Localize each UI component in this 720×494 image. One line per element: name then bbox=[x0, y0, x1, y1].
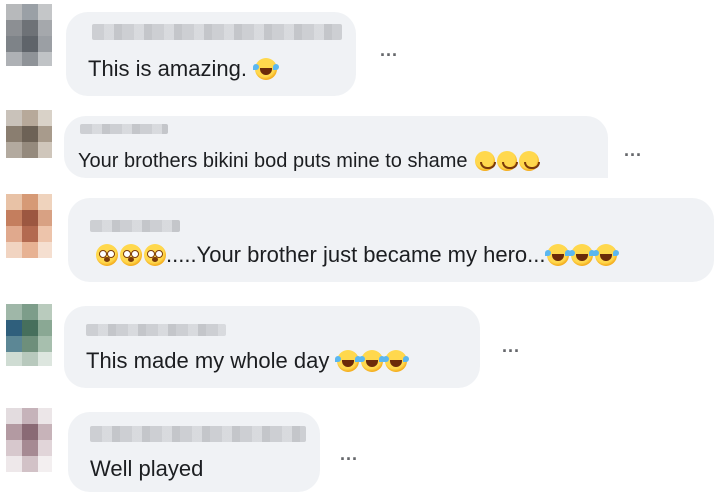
avatar[interactable] bbox=[6, 194, 52, 260]
smiling-face-icon bbox=[497, 151, 519, 171]
comment-text-content: .....Your brother just became my hero... bbox=[166, 242, 546, 267]
avatar[interactable] bbox=[6, 110, 52, 160]
face-with-tears-of-joy-icon bbox=[359, 350, 386, 372]
comment-item: Your brothers bikini bod puts mine to sh… bbox=[0, 100, 720, 182]
comment-text-content: This made my whole day bbox=[86, 348, 330, 373]
more-options-icon[interactable]: ... bbox=[502, 336, 520, 357]
commenter-name[interactable] bbox=[90, 220, 180, 232]
face-with-tears-of-joy-icon bbox=[253, 58, 280, 80]
comment-item: Well played ... bbox=[0, 400, 720, 494]
flushed-face-icon bbox=[144, 244, 166, 266]
commenter-name[interactable] bbox=[80, 124, 168, 134]
smiling-face-icon bbox=[475, 151, 497, 171]
face-with-tears-of-joy-icon bbox=[335, 350, 362, 372]
comment-text: Well played bbox=[90, 456, 203, 482]
face-with-tears-of-joy-icon bbox=[545, 244, 572, 266]
comment-item: This made my whole day ... bbox=[0, 296, 720, 392]
more-options-icon[interactable]: ... bbox=[624, 140, 642, 161]
comment-text: Your brothers bikini bod puts mine to sh… bbox=[78, 150, 541, 173]
comment-bubble bbox=[68, 198, 714, 282]
face-with-tears-of-joy-icon bbox=[593, 244, 620, 266]
face-with-tears-of-joy-icon bbox=[383, 350, 410, 372]
avatar[interactable] bbox=[6, 304, 52, 366]
more-options-icon[interactable]: ... bbox=[340, 444, 358, 465]
comment-text-content: Well played bbox=[90, 456, 204, 481]
comment-item: .....Your brother just became my hero... bbox=[0, 186, 720, 286]
commenter-name[interactable] bbox=[92, 24, 342, 40]
comment-bubble bbox=[64, 306, 480, 388]
avatar[interactable] bbox=[6, 408, 52, 474]
smiling-face-icon bbox=[519, 151, 541, 171]
comment-text-content: This is amazing. bbox=[88, 56, 247, 81]
comment-item: This is amazing. ... bbox=[0, 0, 720, 100]
flushed-face-icon bbox=[96, 244, 118, 266]
comment-text: This is amazing. bbox=[88, 56, 280, 82]
comment-text: This made my whole day bbox=[86, 348, 410, 374]
commenter-name[interactable] bbox=[90, 426, 306, 442]
comment-text: .....Your brother just became my hero... bbox=[94, 242, 620, 268]
avatar[interactable] bbox=[6, 4, 52, 66]
commenter-name[interactable] bbox=[86, 324, 226, 336]
comment-text-content: Your brothers bikini bod puts mine to sh… bbox=[78, 150, 468, 172]
more-options-icon[interactable]: ... bbox=[380, 40, 398, 61]
flushed-face-icon bbox=[120, 244, 142, 266]
face-with-tears-of-joy-icon bbox=[569, 244, 596, 266]
